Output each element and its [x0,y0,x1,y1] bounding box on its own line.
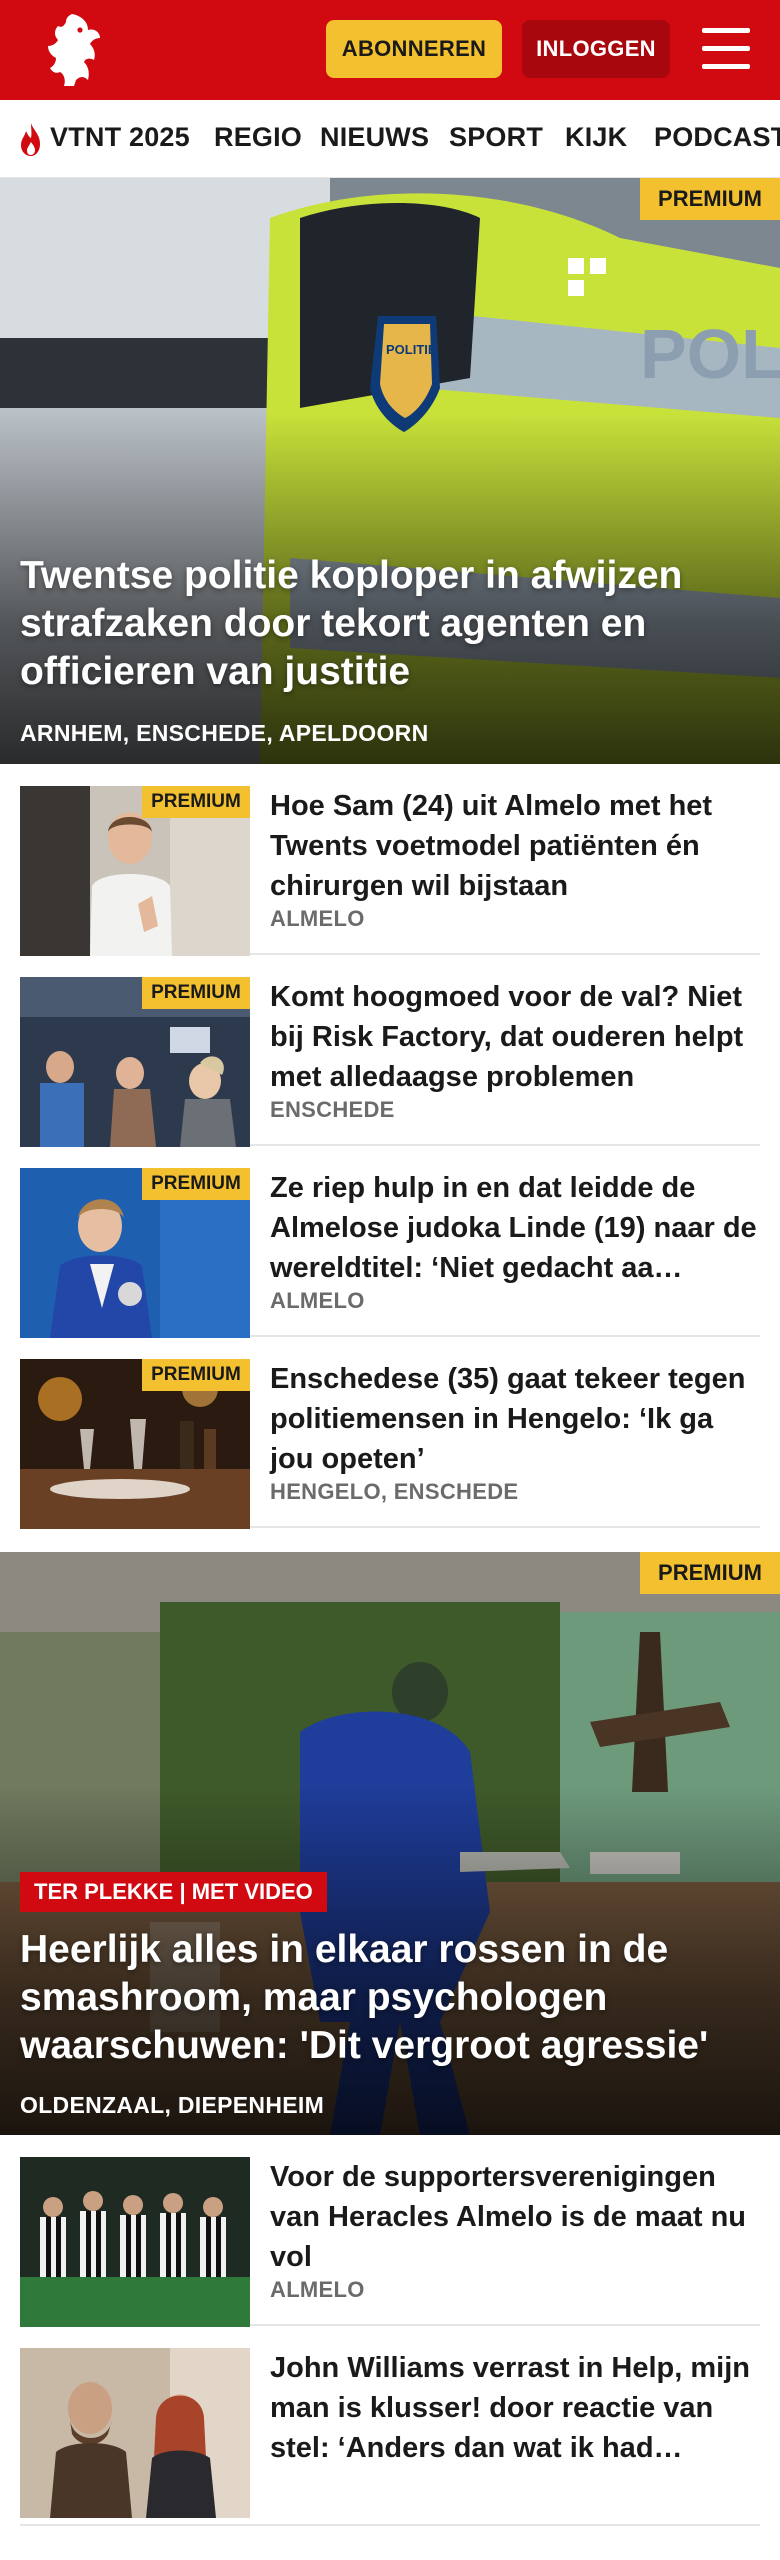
list-item[interactable]: PREMIUM Hoe Sam (24) uit Almelo met het … [20,764,760,956]
hero-title[interactable]: Twentse politie koploper in afwijzen str… [20,552,760,696]
svg-text:POLITIE: POLITIE [386,342,437,357]
article-location: ALMELO [270,1288,365,1313]
premium-badge: PREMIUM [142,1168,250,1200]
hero-article-video[interactable]: PREMIUM TER PLEKKE | MET VIDEO Heerlijk … [0,1552,780,2135]
list-item[interactable]: John Williams verrast in Help, mijn man … [20,2326,760,2526]
article-thumbnail: PREMIUM [20,786,250,956]
subscribe-button[interactable]: ABONNEREN [326,20,502,78]
article-title[interactable]: Komt hoogmoed voor de val? Niet bij Risk… [270,977,760,1097]
article-title[interactable]: John Williams verrast in Help, mijn man … [270,2348,760,2468]
list-item[interactable]: PREMIUM Enschedese (35) gaat tekeer tege… [20,1337,760,1529]
nav-item-regio[interactable]: REGIO [214,122,302,153]
section-nav: VTNT 2025 REGIO NIEUWS SPORT KIJK PODCAS… [0,100,780,178]
article-thumbnail: PREMIUM [20,1168,250,1338]
article-location: HENGELO, ENSCHEDE [270,1479,519,1504]
list-item[interactable]: Voor de supportersverenigingen van Herac… [20,2135,760,2327]
top-header: ABONNEREN INLOGGEN [0,0,780,100]
hero-title[interactable]: Heerlijk alles in elkaar rossen in de sm… [20,1926,760,2070]
nav-item-podcast[interactable]: PODCAST [654,122,780,153]
flame-icon [21,123,40,156]
nav-item-sport[interactable]: SPORT [449,122,543,153]
login-button[interactable]: INLOGGEN [522,20,670,78]
article-thumbnail [20,2157,250,2327]
video-tag: TER PLEKKE | MET VIDEO [20,1872,327,1912]
list-item[interactable]: PREMIUM Ze riep hulp in en dat leidde de… [20,1146,760,1338]
hamburger-menu-icon[interactable] [696,22,756,76]
premium-badge: PREMIUM [640,1552,780,1594]
article-location: ALMELO [270,906,365,931]
premium-badge: PREMIUM [142,977,250,1009]
article-title[interactable]: Voor de supportersverenigingen van Herac… [270,2157,760,2277]
article-title[interactable]: Hoe Sam (24) uit Almelo met het Twents v… [270,786,760,906]
premium-badge: PREMIUM [142,1359,250,1391]
twente-horse-logo[interactable] [34,10,110,90]
article-thumbnail: PREMIUM [20,1359,250,1529]
article-title[interactable]: Ze riep hulp in en dat leidde de Almelos… [270,1168,760,1288]
thumbnail-image [20,2348,250,2518]
thumbnail-image [20,2157,250,2327]
article-title[interactable]: Enschedese (35) gaat tekeer tegen politi… [270,1359,760,1479]
nav-item-nieuws[interactable]: NIEUWS [320,122,429,153]
article-location: ENSCHEDE [270,1097,395,1122]
premium-badge: PREMIUM [640,178,780,220]
nav-item-kijk[interactable]: KIJK [565,122,627,153]
hero-location: ARNHEM, ENSCHEDE, APELDOORN [20,720,429,746]
article-thumbnail: PREMIUM [20,977,250,1147]
article-location: ALMELO [270,2277,365,2302]
list-item[interactable]: PREMIUM Komt hoogmoed voor de val? Niet … [20,955,760,1147]
hero-location: OLDENZAAL, DIEPENHEIM [20,2092,325,2118]
nav-item-vtnt[interactable]: VTNT 2025 [50,122,190,153]
hero-article[interactable]: POLITIE POLI PREMIUM Twentse politie kop… [0,178,780,764]
article-thumbnail [20,2348,250,2518]
svg-text:POLI: POLI [640,315,780,393]
premium-badge: PREMIUM [142,786,250,818]
